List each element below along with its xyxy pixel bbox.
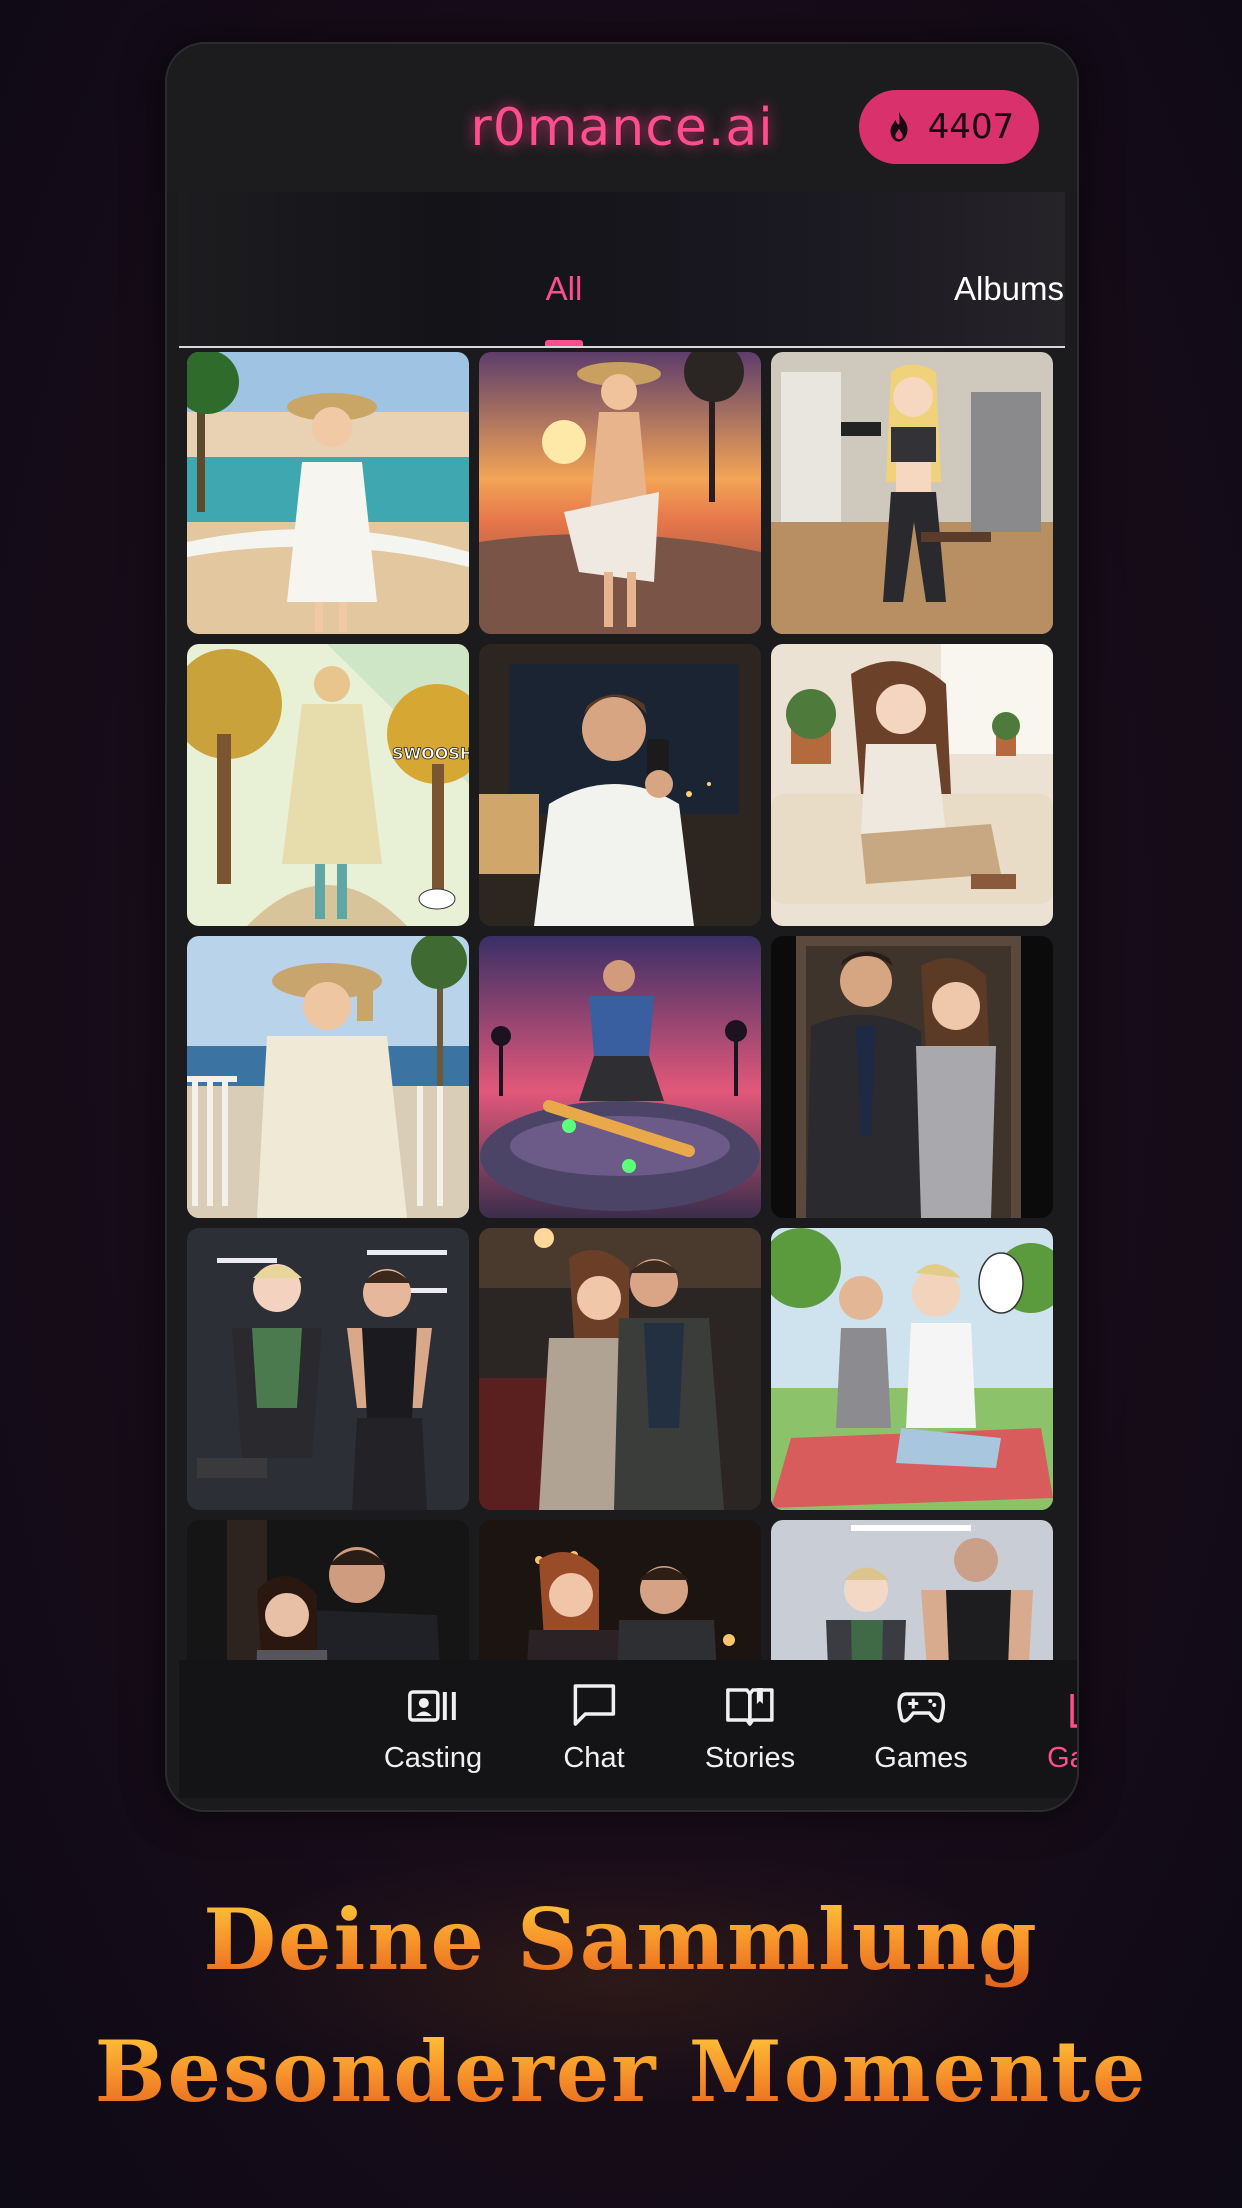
gallery-image[interactable] <box>187 936 469 1218</box>
nav-games[interactable]: Games <box>874 1682 968 1775</box>
chat-icon <box>573 1684 615 1726</box>
gallery-image[interactable] <box>187 1228 469 1510</box>
image-grid: SWOOSH! <box>187 352 1057 1704</box>
active-tab-indicator <box>545 340 583 346</box>
casting-icon <box>408 1690 456 1722</box>
gallery-image[interactable] <box>771 936 1053 1218</box>
phone-frame: r0mance.ai 4407 All Albums SWOOS Casting… <box>165 42 1079 1812</box>
gamepad-icon <box>897 1692 945 1723</box>
nav-gallery[interactable]: Gallery <box>1047 1682 1077 1775</box>
credits-count: 4407 <box>927 107 1015 147</box>
gallery-image[interactable] <box>479 1228 761 1510</box>
nav-label: Games <box>874 1742 968 1774</box>
nav-label: Chat <box>563 1742 625 1774</box>
caption-line-2: Besonderer Momente <box>0 2022 1242 2121</box>
tab-albums[interactable]: Albums <box>954 270 1064 308</box>
gallery-icon <box>1070 1694 1077 1728</box>
nav-label: Stories <box>704 1742 796 1774</box>
nav-casting[interactable]: Casting <box>384 1682 482 1775</box>
nav-stories[interactable]: Stories <box>705 1682 795 1775</box>
comic-text: SWOOSH! <box>392 744 469 763</box>
gallery-image[interactable] <box>479 352 761 634</box>
flame-icon <box>890 111 908 142</box>
credits-badge[interactable]: 4407 <box>859 90 1039 164</box>
nav-label: Casting <box>383 1742 483 1774</box>
caption-line-1: Deine Sammlung <box>0 1890 1242 1989</box>
gallery-image[interactable]: SWOOSH! <box>187 644 469 926</box>
nav-label: Gallery <box>1047 1742 1077 1774</box>
gallery-image[interactable] <box>771 352 1053 634</box>
bottom-nav: Casting Chat Stories Games G <box>179 1660 1077 1798</box>
gallery-tabs: All Albums <box>179 192 1065 348</box>
gallery-image[interactable] <box>479 644 761 926</box>
nav-chat[interactable]: Chat <box>563 1682 625 1775</box>
gallery-image[interactable] <box>771 1228 1053 1510</box>
tab-all[interactable]: All <box>546 270 583 308</box>
gallery-image[interactable] <box>187 352 469 634</box>
gallery-image[interactable] <box>771 644 1053 926</box>
gallery-image[interactable] <box>479 936 761 1218</box>
app-header: r0mance.ai 4407 <box>167 44 1077 192</box>
book-icon <box>726 1688 774 1726</box>
